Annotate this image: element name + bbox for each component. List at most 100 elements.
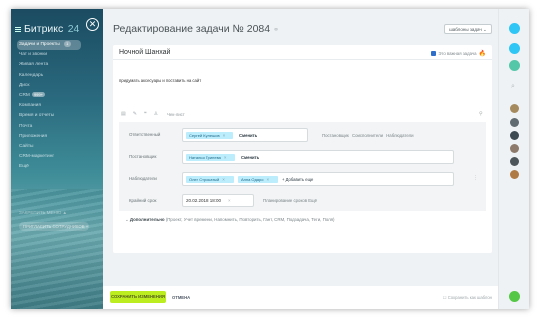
quote-icon[interactable]: ❝: [144, 111, 147, 117]
task-description[interactable]: придумать аксесуары и поставить на сайт: [119, 78, 201, 83]
person-chip[interactable]: Олег Строкатый ×: [186, 176, 234, 183]
observers-label: Наблюдатели: [129, 176, 157, 181]
avatar[interactable]: [510, 157, 519, 166]
deadline-links[interactable]: Планирование сроков Ещё: [263, 198, 317, 203]
hamburger-menu-icon[interactable]: [15, 26, 21, 32]
sidebar-item-label: CRM-маркетинг: [19, 154, 55, 160]
left-sidebar: Битрикс 24 ✕ Задачи и Проекты 1 Чат и зво…: [11, 9, 103, 309]
important-checkbox[interactable]: [431, 51, 437, 56]
pen-icon[interactable]: ✎: [133, 111, 137, 117]
sidebar-item-label: Сайты: [19, 143, 34, 149]
sidebar-item-sites[interactable]: Сайты: [17, 142, 99, 152]
sidebar-item-label: Почта: [19, 123, 33, 129]
sidebar-item-label: Время и отчеты: [19, 113, 55, 119]
add-observer-link[interactable]: + Добавить еще: [282, 177, 313, 182]
sidebar-item-crm-marketing[interactable]: CRM-маркетинг: [17, 152, 99, 162]
sidebar-item-label: Календарь: [19, 72, 44, 78]
avatar[interactable]: [510, 131, 519, 140]
editor-toolbar: ▤ ✎ ❝ ♙ Чек-лист: [121, 111, 185, 117]
sidebar-item-tasks[interactable]: Задачи и Проекты 1: [17, 40, 81, 51]
role-links[interactable]: Постановщик Соисполнители Наблюдатели: [322, 133, 413, 138]
help-icon[interactable]: [509, 23, 520, 34]
contact-center-icon[interactable]: [509, 60, 520, 71]
link-icon[interactable]: ⚭: [273, 27, 279, 34]
change-creator-link[interactable]: Сменить: [241, 155, 259, 160]
sidebar-item-time-reports[interactable]: Время и отчеты: [17, 111, 99, 121]
field-responsible: Ответственный Сергей Кулешов × Сменить По…: [119, 128, 486, 142]
close-slider-button[interactable]: ✕: [86, 18, 99, 31]
search-icon[interactable]: ⌕: [511, 83, 515, 91]
mention-icon[interactable]: ♙: [154, 111, 158, 117]
avatar[interactable]: [510, 170, 519, 179]
additional-label[interactable]: Дополнительно: [130, 217, 165, 222]
pin-menu-link[interactable]: ЗАКРЕПИТЬ МЕНЮ ▲: [19, 210, 67, 215]
sidebar-item-chat[interactable]: Чат и звонки: [17, 50, 99, 60]
sidebar-item-crm[interactable]: CRM 999+: [17, 91, 99, 101]
crm-count-badge: 999+: [31, 91, 45, 97]
save-changes-button[interactable]: СОХРАНИТЬ ИЗМЕНЕНИЯ: [110, 291, 166, 303]
phone-icon[interactable]: [509, 291, 520, 302]
responsible-input[interactable]: Сергей Кулешов × Сменить: [182, 128, 308, 142]
invite-employees-button[interactable]: ПРИГЛАСИТЬ СОТРУДНИКОВ +: [19, 222, 89, 231]
sidebar-item-apps[interactable]: Приложения: [17, 132, 99, 142]
sidebar-item-label: CRM: [19, 92, 30, 98]
sidebar-item-label: Живая лента: [19, 62, 49, 68]
person-chip[interactable]: Анна Одаро ×: [238, 176, 278, 183]
remove-icon[interactable]: ×: [222, 177, 225, 182]
person-name: Олег Строкатый: [189, 177, 220, 182]
page-title: Редактирование задачи № 2084 ⚭: [113, 23, 279, 35]
sidebar-item-disk[interactable]: Диск: [17, 81, 99, 91]
checklist-button[interactable]: Чек-лист: [167, 112, 185, 117]
clear-date-icon[interactable]: ×: [228, 198, 231, 203]
task-templates-button[interactable]: шаблоны задач ⌄: [444, 24, 492, 34]
field-creator: Постановщик Наталья Гринева × Сменить: [119, 150, 486, 164]
sidebar-item-label: Задачи и Проекты: [19, 42, 60, 47]
additional-section[interactable]: ⌄ Дополнительно (Проект, Учет времени, Н…: [125, 217, 335, 223]
avatar[interactable]: [510, 118, 519, 127]
deadline-value: 20.02.2018 18:00: [186, 198, 222, 203]
sidebar-nav: Задачи и Проекты 1 Чат и звонки Живая лен…: [17, 40, 99, 172]
remove-icon[interactable]: ×: [224, 155, 227, 160]
task-title-input[interactable]: Ночной Шанхай: [119, 49, 170, 56]
remove-icon[interactable]: ×: [223, 133, 226, 138]
additional-options: (Проект, Учет времени, Напомнить, Повтор…: [165, 217, 335, 222]
change-responsible-link[interactable]: Сменить: [239, 133, 257, 138]
person-chip[interactable]: Наталья Гринева ×: [186, 154, 235, 161]
observers-input[interactable]: Олег Строкатый × Анна Одаро × + Добавить е…: [182, 172, 454, 186]
save-as-template-checkbox[interactable]: ☐ Сохранить как шаблон: [443, 295, 492, 300]
sidebar-item-label: Ещё: [19, 164, 29, 170]
person-name: Анна Одаро: [241, 177, 264, 182]
sidebar-item-label: Приложения: [19, 133, 48, 139]
file-icon[interactable]: ▤: [121, 111, 126, 117]
logo-number: 24: [67, 23, 80, 35]
sidebar-item-company[interactable]: Компания: [17, 101, 99, 111]
avatar[interactable]: [510, 144, 519, 153]
remove-icon[interactable]: ×: [266, 177, 269, 182]
important-toggle[interactable]: Это важная задача 🔥: [431, 50, 486, 57]
person-name: Сергей Кулешов: [189, 133, 220, 138]
sidebar-item-label: Компания: [19, 103, 41, 109]
person-chip[interactable]: Сергей Кулешов ×: [186, 132, 233, 139]
person-name: Наталья Гринева: [189, 155, 221, 160]
notifications-icon[interactable]: [509, 43, 520, 54]
logo[interactable]: Битрикс 24: [15, 20, 79, 38]
creator-input[interactable]: Наталья Гринева × Сменить: [182, 150, 454, 164]
close-icon: ✕: [88, 19, 97, 29]
deadline-label: Крайний срок: [129, 198, 157, 203]
sidebar-item-mail[interactable]: Почта: [17, 122, 99, 132]
logo-name: Битрикс: [24, 23, 64, 35]
chevron-down-icon: ⌄: [125, 217, 129, 222]
task-fields: Ответственный Сергей Кулешов × Сменить По…: [119, 122, 486, 211]
deadline-input[interactable]: 20.02.2018 18:00 ×: [182, 194, 254, 207]
sidebar-item-feed[interactable]: Живая лента: [17, 60, 99, 70]
responsible-label: Ответственный: [129, 132, 161, 137]
creator-label: Постановщик: [129, 154, 157, 159]
field-observers: Наблюдатели Олег Строкатый × Анна Одаро × …: [119, 172, 486, 186]
task-form-card: Ночной Шанхай Это важная задача 🔥 придум…: [113, 45, 492, 253]
sidebar-item-calendar[interactable]: Календарь: [17, 71, 99, 81]
sidebar-item-more[interactable]: Ещё: [17, 162, 99, 172]
editor-dock-icon[interactable]: ⚲: [479, 111, 483, 117]
avatar[interactable]: [510, 104, 519, 113]
cancel-button[interactable]: ОТМЕНА: [172, 295, 190, 300]
drag-handle-icon[interactable]: ⋮: [473, 175, 478, 181]
